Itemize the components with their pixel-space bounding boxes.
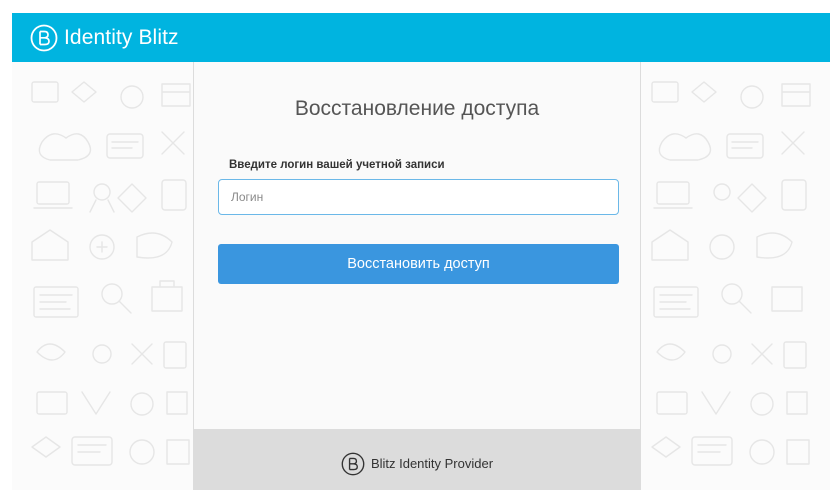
login-recovery-screen: Identity Blitz Восстановление доступа Вв… [0,0,830,490]
footer-text: Blitz Identity Provider [370,456,494,471]
login-field-label: Введите логин вашей учетной записи [229,159,445,171]
card-footer: Blitz Identity Provider [194,429,640,490]
top-bar: Identity Blitz [12,13,830,62]
blitz-b-logo-icon [341,452,365,475]
footer-brand: Blitz Identity Provider [341,452,493,476]
login-input[interactable] [218,179,619,215]
restore-access-button[interactable]: Восстановить доступ [218,244,619,284]
page-title: Восстановление доступа [294,97,540,120]
blitz-b-logo-icon [30,24,58,51]
recovery-card: Восстановление доступа Введите логин ваш… [193,62,641,490]
brand-name: Identity Blitz [64,25,179,49]
brand: Identity Blitz [30,24,179,52]
